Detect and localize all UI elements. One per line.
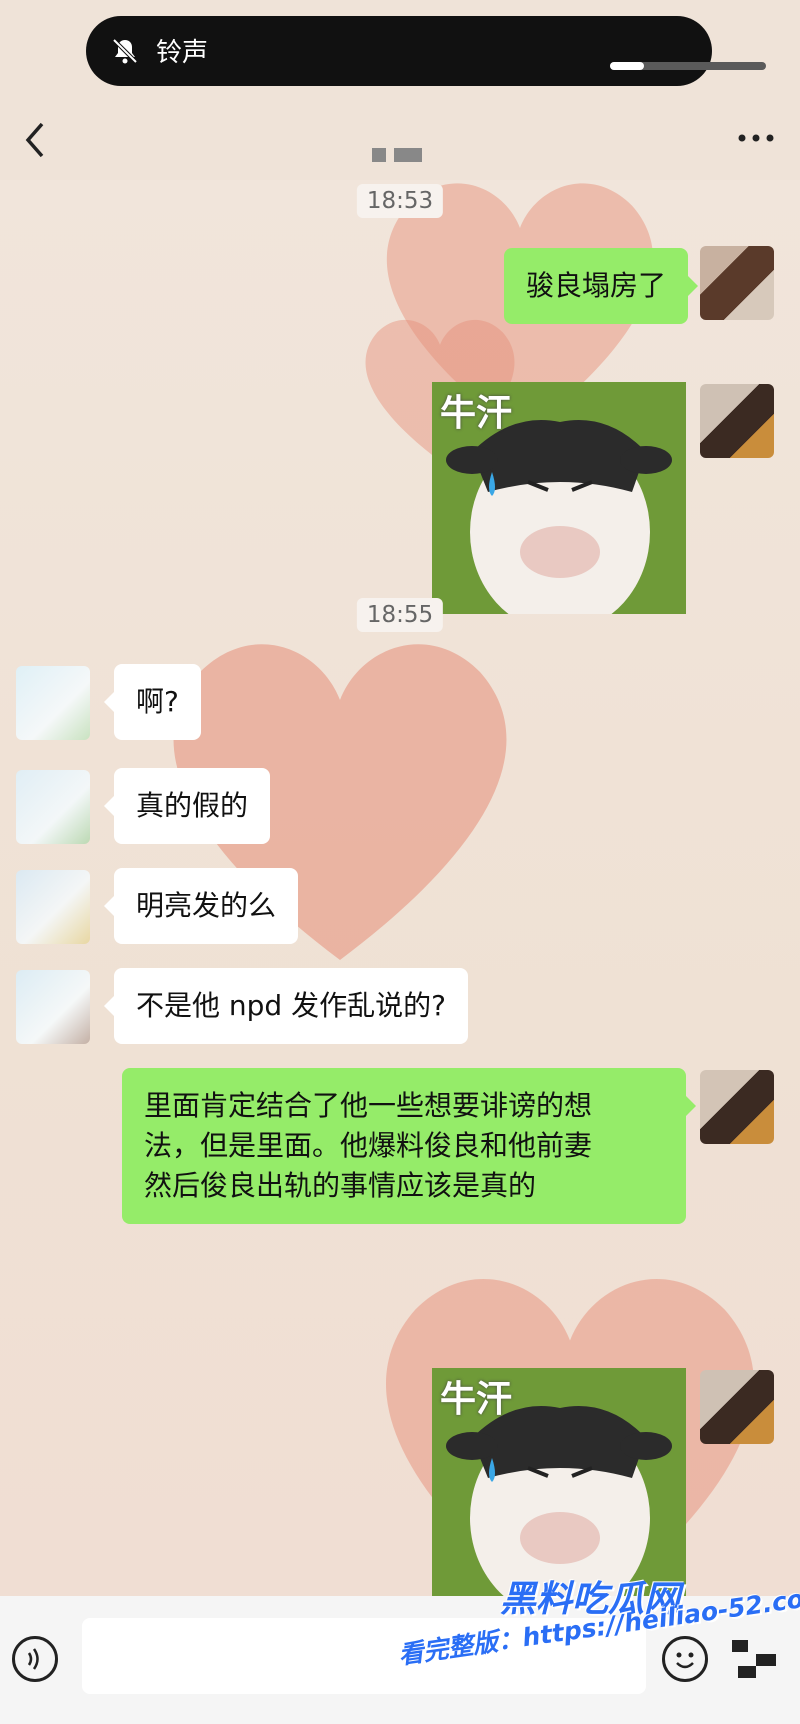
chat-header: [0, 96, 800, 180]
avatar-contact[interactable]: [16, 870, 90, 944]
sticker-cow-sweat[interactable]: 牛汗: [432, 1368, 686, 1596]
message-line: 里面肯定结合了他一些想要诽谤的想: [144, 1089, 593, 1122]
sticker-cow-sweat[interactable]: 牛汗: [432, 382, 686, 614]
avatar-contact[interactable]: [16, 970, 90, 1044]
avatar-self[interactable]: [700, 384, 774, 458]
volume-bar[interactable]: [610, 62, 766, 70]
message-bubble-incoming[interactable]: 明亮发的么: [103, 868, 299, 944]
message-list[interactable]: 18:53 骏良塌房了 牛汗 18:55 啊? 真的假的 明亮发的么 不是他 n…: [0, 180, 800, 1596]
message-line: 法，但是里面。他爆料俊良和他前妻: [144, 1129, 593, 1162]
message-bubble-incoming[interactable]: 不是他 npd 发作乱说的?: [104, 968, 468, 1044]
mute-bell-icon: [112, 38, 138, 64]
avatar-contact[interactable]: [16, 666, 90, 740]
avatar-self[interactable]: [700, 246, 774, 320]
ringer-label: 铃声: [156, 38, 209, 68]
timestamp: 18:53: [356, 184, 444, 218]
sticker-caption: 牛汗: [440, 1379, 513, 1420]
volume-fill: [610, 62, 645, 70]
watermark: 黑料吃瓜网 看完整版：https://heiliao-52.com: [396, 1570, 800, 1714]
message-bubble-incoming[interactable]: 啊?: [104, 664, 201, 740]
voice-icon[interactable]: [12, 1636, 58, 1682]
timestamp: 18:55: [356, 598, 444, 632]
avatar-contact[interactable]: [16, 770, 90, 844]
voice-waves: [27, 1648, 39, 1670]
ringer-status-pill: 铃声: [86, 16, 766, 86]
sticker-caption: 牛汗: [440, 393, 513, 434]
more-dots-icon[interactable]: [734, 126, 778, 150]
message-bubble-incoming[interactable]: 真的假的: [103, 768, 271, 844]
chat-title-masked: [372, 148, 430, 167]
message-bubble-outgoing[interactable]: 里面肯定结合了他一些想要诽谤的想 法，但是里面。他爆料俊良和他前妻 然后俊良出轨…: [122, 1068, 696, 1224]
avatar-self[interactable]: [700, 1370, 774, 1444]
message-bubble-outgoing[interactable]: 骏良塌房了: [503, 248, 699, 324]
avatar-self[interactable]: [700, 1070, 774, 1144]
back-chevron-icon[interactable]: [18, 118, 54, 162]
message-line: 然后俊良出轨的事情应该是真的: [144, 1169, 537, 1202]
